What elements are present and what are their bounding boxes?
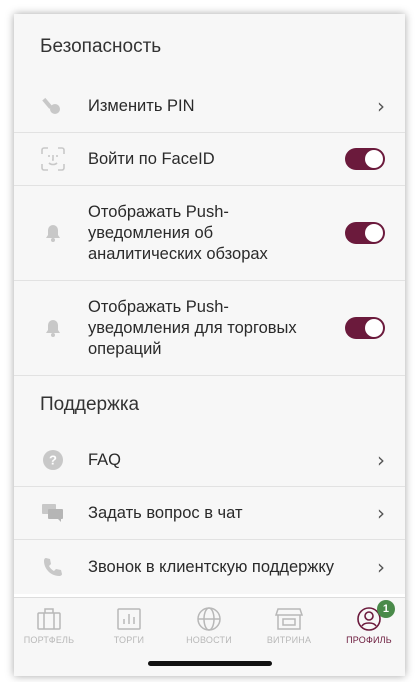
key-icon (40, 93, 66, 119)
notification-badge: 1 (377, 600, 395, 618)
profile-icon: 1 (334, 600, 404, 632)
chevron-right-icon: › (377, 448, 385, 472)
tab-profile[interactable]: 1 ПРОФИЛЬ (334, 600, 404, 645)
faq-row[interactable]: ? FAQ › (14, 434, 405, 487)
bell-icon (40, 315, 66, 341)
tab-news[interactable]: НОВОСТИ (174, 606, 244, 645)
phone-support-label: Звонок в клиентскую поддержку (88, 557, 334, 576)
home-indicator (148, 661, 272, 666)
push-analytics-row: Отображать Push-уведомления об аналитиче… (14, 186, 405, 281)
chat-label: Задать вопрос в чат (88, 503, 243, 522)
briefcase-icon (14, 606, 84, 632)
tab-portfolio[interactable]: ПОРТФЕЛЬ (14, 606, 84, 645)
security-title: Безопасность (40, 36, 162, 57)
push-analytics-toggle[interactable] (345, 222, 385, 244)
push-trading-label: Отображать Push-уведомления для торговых… (88, 297, 297, 358)
tab-showcase-label: ВИТРИНА (266, 635, 312, 645)
change-pin-row[interactable]: Изменить PIN › (14, 80, 405, 133)
push-trading-toggle[interactable] (345, 317, 385, 339)
tab-trading[interactable]: ТОРГИ (94, 606, 164, 645)
toggle-knob (365, 224, 383, 242)
phone-support-row[interactable]: Звонок в клиентскую поддержку › (14, 540, 405, 594)
chat-icon (40, 500, 66, 526)
tab-news-label: НОВОСТИ (186, 635, 232, 645)
globe-icon (174, 606, 244, 632)
phone-icon (40, 554, 66, 580)
question-icon: ? (40, 447, 66, 473)
tab-showcase[interactable]: ВИТРИНА (254, 606, 324, 645)
storefront-icon (254, 606, 324, 632)
svg-text:?: ? (49, 453, 57, 468)
push-analytics-label: Отображать Push-уведомления об аналитиче… (88, 202, 268, 263)
support-title: Поддержка (40, 394, 140, 415)
chevron-right-icon: › (377, 555, 385, 579)
chat-row[interactable]: Задать вопрос в чат › (14, 487, 405, 540)
section-header-security: Безопасность (14, 14, 405, 80)
change-pin-label: Изменить PIN (88, 96, 195, 115)
faceid-row: Войти по FaceID (14, 133, 405, 186)
push-trading-row: Отображать Push-уведомления для торговых… (14, 281, 405, 376)
phone-screen: Безопасность Изменить PIN › Войти по Fac… (14, 14, 405, 676)
section-header-support: Поддержка (14, 376, 405, 434)
bar-chart-icon (94, 606, 164, 632)
chevron-right-icon: › (377, 94, 385, 118)
faceid-label: Войти по FaceID (88, 149, 215, 168)
tab-profile-label: ПРОФИЛЬ (346, 635, 392, 645)
toggle-knob (365, 319, 383, 337)
tab-portfolio-label: ПОРТФЕЛЬ (23, 635, 75, 645)
chevron-right-icon: › (377, 501, 385, 525)
toggle-knob (365, 150, 383, 168)
faceid-toggle[interactable] (345, 148, 385, 170)
bell-icon (40, 220, 66, 246)
tab-trading-label: ТОРГИ (113, 635, 145, 645)
faq-label: FAQ (88, 450, 122, 469)
faceid-icon (40, 146, 66, 172)
